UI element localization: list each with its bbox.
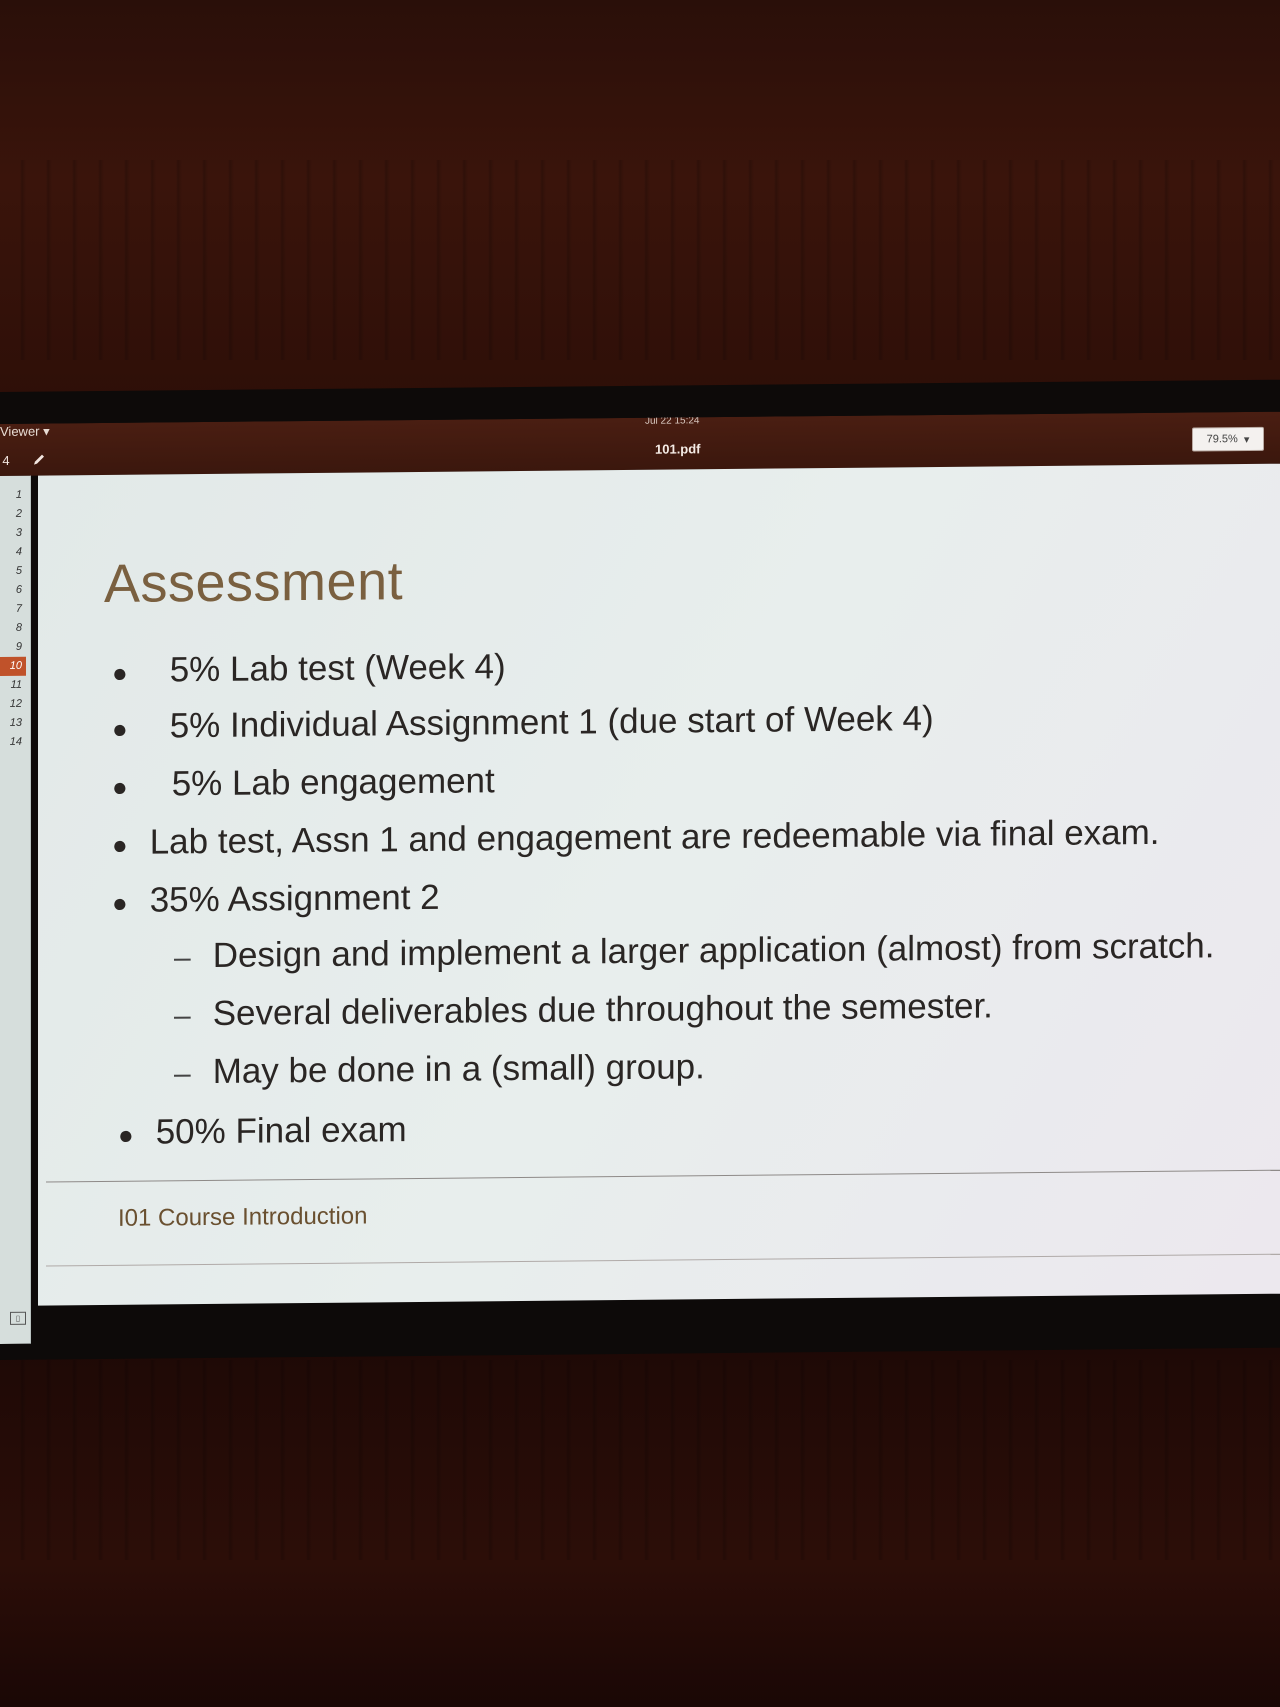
- page-thumbnail-6[interactable]: 6: [0, 581, 26, 600]
- thumbnail-sidebar: 1 2 3 4 5 6 7 8 9 10 11 12 13 14 ▯: [0, 475, 31, 1344]
- page-thumbnail-3[interactable]: 3: [0, 524, 26, 543]
- page-thumbnail-2[interactable]: 2: [0, 505, 26, 524]
- sub-list-item: – May be done in a (small) group.: [174, 1047, 705, 1092]
- bullet-icon: ●: [112, 887, 128, 918]
- sidebar-toggle-icon[interactable]: ▯: [10, 1311, 26, 1325]
- list-item: ● Lab test, Assn 1 and engagement are re…: [112, 813, 1160, 863]
- curtain-texture-bottom: [0, 1360, 1280, 1560]
- list-item: ● 5% Individual Assignment 1 (due start …: [112, 699, 934, 747]
- dash-icon: –: [174, 999, 191, 1033]
- clock: Jul 22 15:24: [645, 415, 700, 427]
- slide-footer: I01 Course Introduction: [118, 1202, 368, 1232]
- list-item: ● 5% Lab engagement: [112, 761, 495, 805]
- page-thumbnail-12[interactable]: 12: [0, 695, 26, 714]
- slide-title: Assessment: [104, 551, 404, 615]
- list-item: ● 5% Lab test (Week 4): [112, 647, 506, 691]
- bullet-icon: ●: [112, 713, 128, 744]
- document-title: 101.pdf: [655, 441, 701, 457]
- page-thumbnail-13[interactable]: 13: [0, 714, 26, 733]
- bullet-text: Lab test, Assn 1 and engagement are rede…: [149, 812, 1160, 862]
- page-thumbnail-4[interactable]: 4: [0, 543, 26, 562]
- page-field[interactable]: 4: [0, 450, 12, 470]
- page-thumbnail-7[interactable]: 7: [0, 600, 26, 619]
- bullet-icon: ●: [118, 1119, 134, 1150]
- page-thumbnail-9[interactable]: 9: [0, 638, 26, 657]
- bullet-text: 35% Assignment 2: [149, 877, 440, 920]
- bullet-text: 50% Final exam: [155, 1110, 407, 1152]
- bullet-icon: ●: [112, 771, 128, 802]
- sub-list-item: – Several deliverables due throughout th…: [174, 986, 993, 1034]
- page-thumbnail-11[interactable]: 11: [0, 676, 26, 695]
- app-menu[interactable]: Viewer ▾: [0, 424, 50, 440]
- slide-page: Assessment ● 5% Lab test (Week 4) ● 5% I…: [38, 463, 1280, 1306]
- curtain-texture: [0, 160, 1280, 360]
- footer-divider: [46, 1169, 1280, 1183]
- page-thumbnail-8[interactable]: 8: [0, 619, 26, 638]
- bullet-icon: ●: [112, 657, 128, 688]
- footer-divider-bottom: [46, 1253, 1280, 1267]
- sub-bullet-text: May be done in a (small) group.: [212, 1047, 705, 1091]
- projected-screen: Viewer ▾ Jul 22 15:24 4 101.pdf 79.5% ▾ …: [0, 411, 1280, 1344]
- pencil-icon[interactable]: [28, 450, 50, 470]
- page-list: 1 2 3 4 5 6 7 8 9 10 11 12 13 14: [0, 476, 30, 752]
- sub-list-item: – Design and implement a larger applicat…: [174, 926, 1215, 976]
- sub-bullet-text: Several deliverables due throughout the …: [212, 986, 993, 1033]
- list-item: ● 50% Final exam: [118, 1110, 407, 1153]
- page-thumbnail-10[interactable]: 10: [0, 656, 26, 676]
- toolbar-left: 4: [0, 450, 50, 470]
- bullet-text: 5% Lab engagement: [171, 761, 495, 804]
- zoom-select[interactable]: 79.5% ▾: [1192, 426, 1264, 452]
- bullet-text: 5% Individual Assignment 1 (due start of…: [169, 699, 934, 746]
- bullet-icon: ●: [112, 829, 128, 860]
- page-thumbnail-14[interactable]: 14: [0, 733, 26, 752]
- page-thumbnail-1[interactable]: 1: [0, 486, 26, 505]
- sub-bullet-text: Design and implement a larger applicatio…: [212, 926, 1215, 975]
- dash-icon: –: [174, 941, 191, 975]
- dash-icon: –: [174, 1057, 191, 1091]
- list-item: ● 35% Assignment 2: [112, 878, 440, 921]
- zoom-value: 79.5%: [1206, 433, 1238, 446]
- chevron-down-icon: ▾: [1243, 433, 1250, 446]
- bullet-text: 5% Lab test (Week 4): [169, 647, 506, 690]
- page-thumbnail-5[interactable]: 5: [0, 562, 26, 581]
